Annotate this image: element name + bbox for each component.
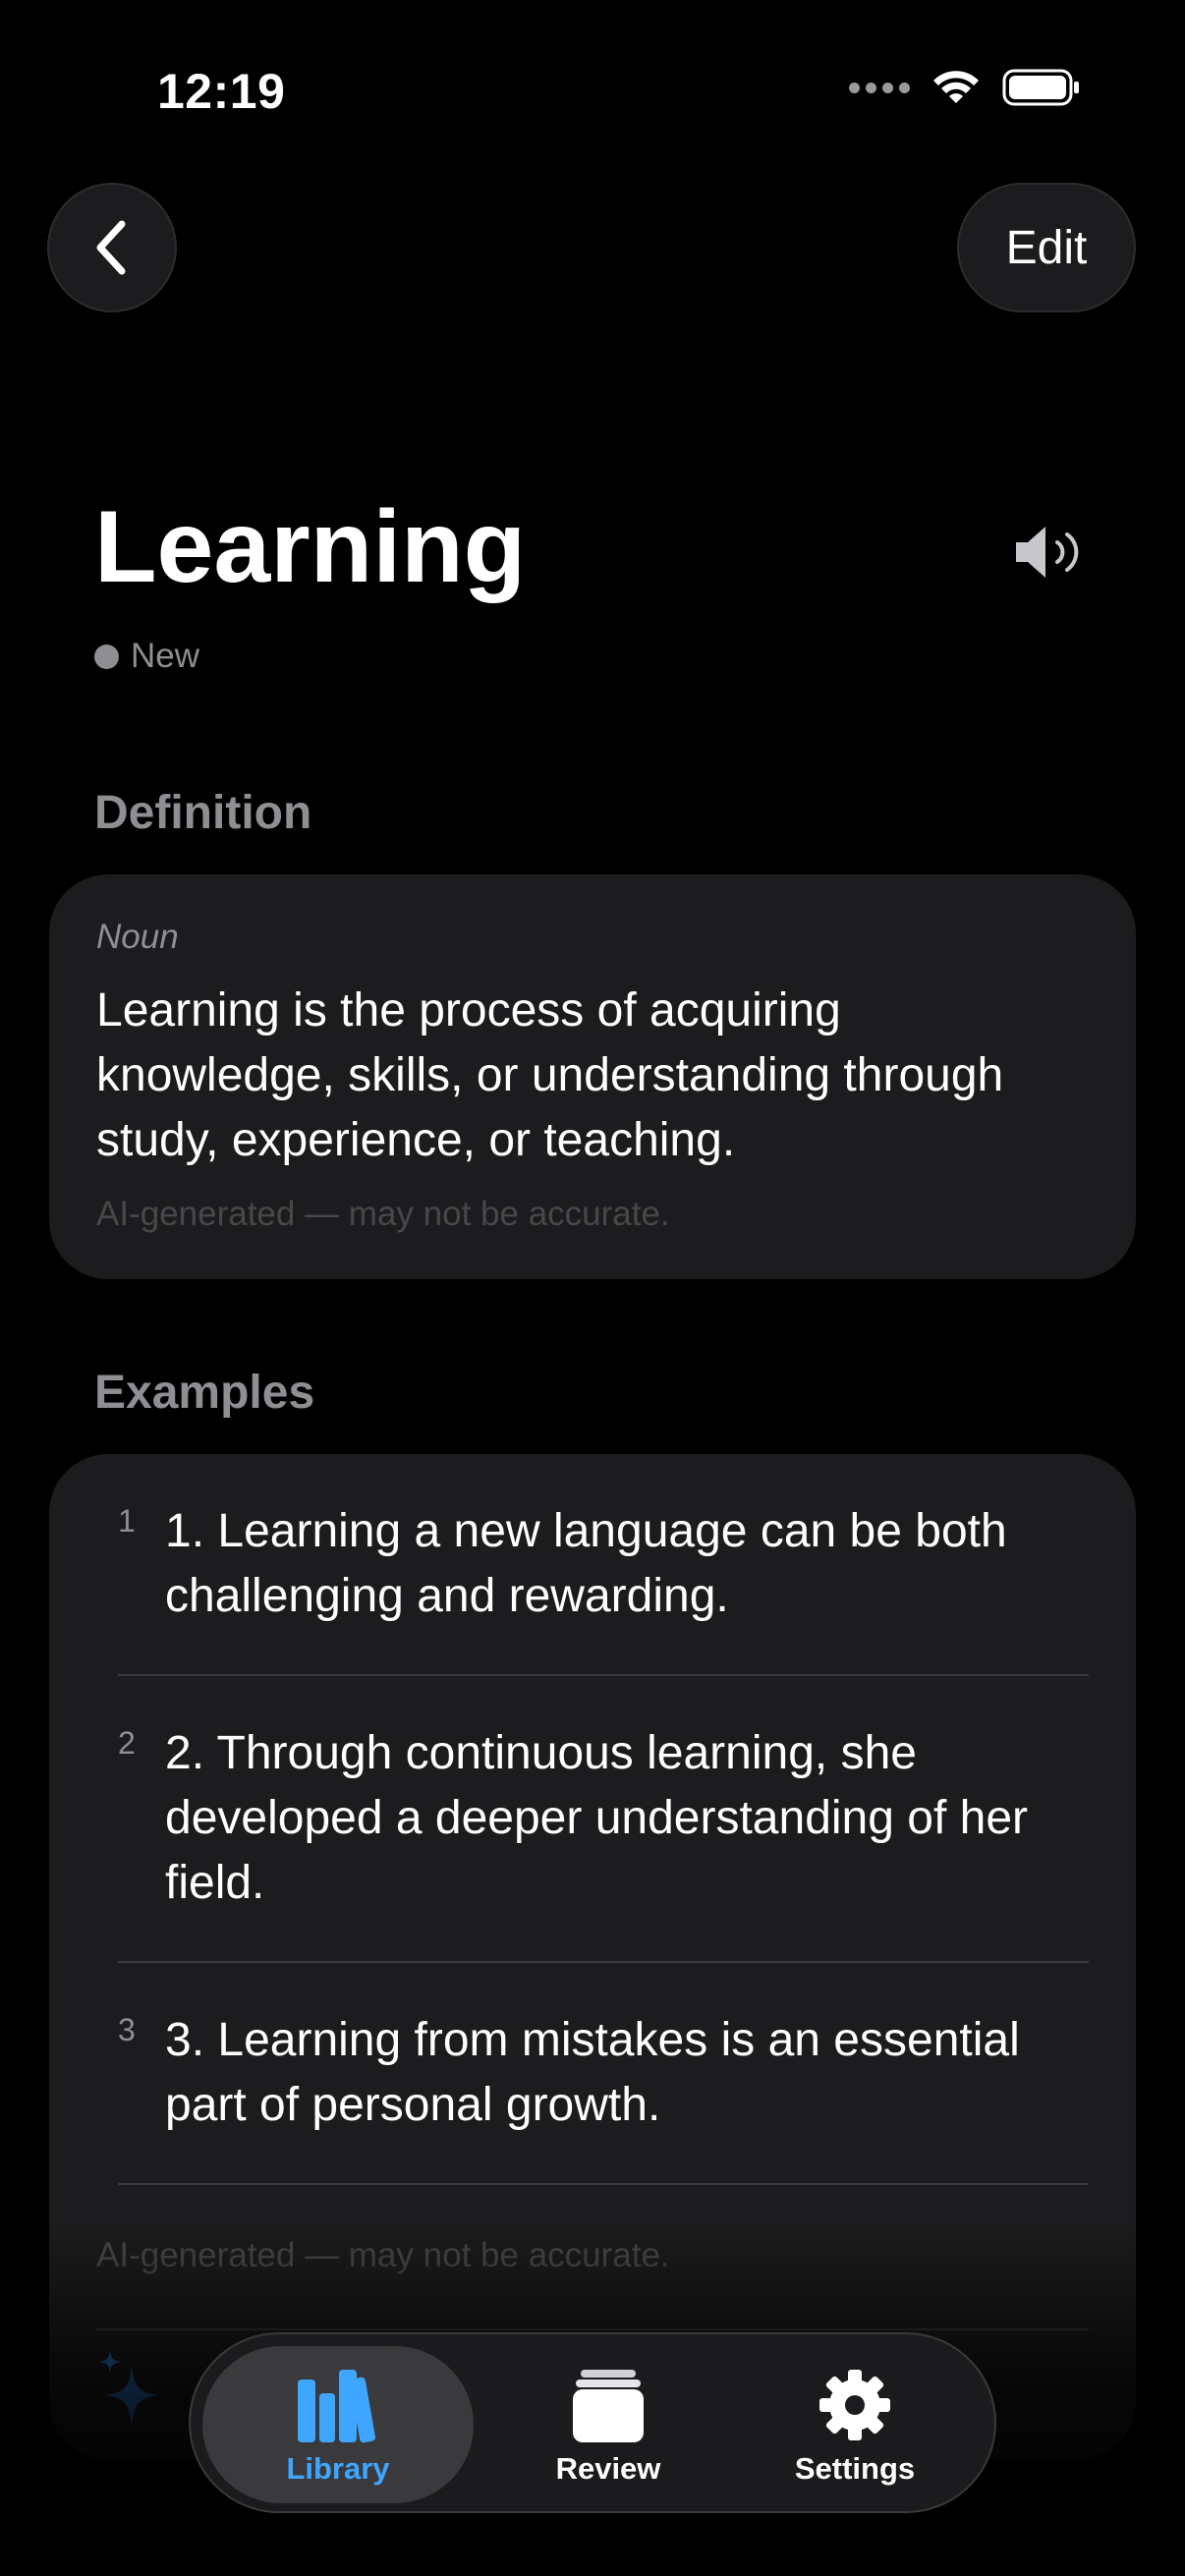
status-dot	[94, 644, 119, 669]
example-number: 2	[118, 1725, 136, 1761]
tab-label: Settings	[794, 2451, 916, 2486]
example-item: 3 3. Learning from mistakes is an essent…	[118, 1963, 1089, 2185]
definition-card: Noun Learning is the process of acquirin…	[49, 874, 1136, 1279]
tab-label: Library	[286, 2451, 390, 2486]
wifi-icon	[933, 71, 979, 103]
example-number: 1	[118, 1503, 136, 1539]
speaker-icon[interactable]	[1012, 523, 1087, 582]
tab-label: Review	[555, 2451, 661, 2486]
tab-settings[interactable]: Settings	[739, 2334, 971, 2515]
status-label: New	[131, 637, 200, 675]
status-time: 12:19	[157, 64, 286, 119]
word-status: New	[94, 637, 199, 676]
gear-icon	[818, 2363, 892, 2447]
books-icon	[296, 2363, 380, 2447]
examples-heading: Examples	[94, 1367, 315, 1419]
example-item: 1 1. Learning a new language can be both…	[118, 1454, 1089, 1676]
back-button[interactable]	[47, 183, 177, 312]
status-icons	[849, 69, 1081, 106]
example-item: 2 2. Through continuous learning, she de…	[118, 1676, 1089, 1963]
example-text: 2. Through continuous learning, she deve…	[165, 1727, 1029, 1909]
cards-stack-icon	[571, 2363, 646, 2447]
word-title: Learning	[94, 490, 527, 604]
example-text: 3. Learning from mistakes is an essentia…	[165, 2014, 1020, 2131]
definition-heading: Definition	[94, 787, 312, 839]
tab-review[interactable]: Review	[495, 2334, 721, 2515]
edit-button[interactable]: Edit	[957, 183, 1136, 312]
tab-bar: Library Review Settings	[189, 2332, 996, 2513]
cellular-signal-icon	[849, 82, 910, 93]
tab-library[interactable]: Library	[202, 2346, 474, 2503]
ai-disclaimer: AI-generated — may not be accurate.	[96, 1195, 670, 1233]
battery-icon	[1002, 69, 1079, 106]
example-number: 3	[118, 2012, 136, 2047]
chevron-left-icon	[96, 220, 126, 275]
definition-text: Learning is the process of acquiring kno…	[96, 984, 1004, 1166]
part-of-speech: Noun	[96, 918, 179, 956]
example-text: 1. Learning a new language can be both c…	[165, 1505, 1007, 1622]
screen: 12:19 Edit Learning New Definition Noun	[0, 0, 1185, 2576]
